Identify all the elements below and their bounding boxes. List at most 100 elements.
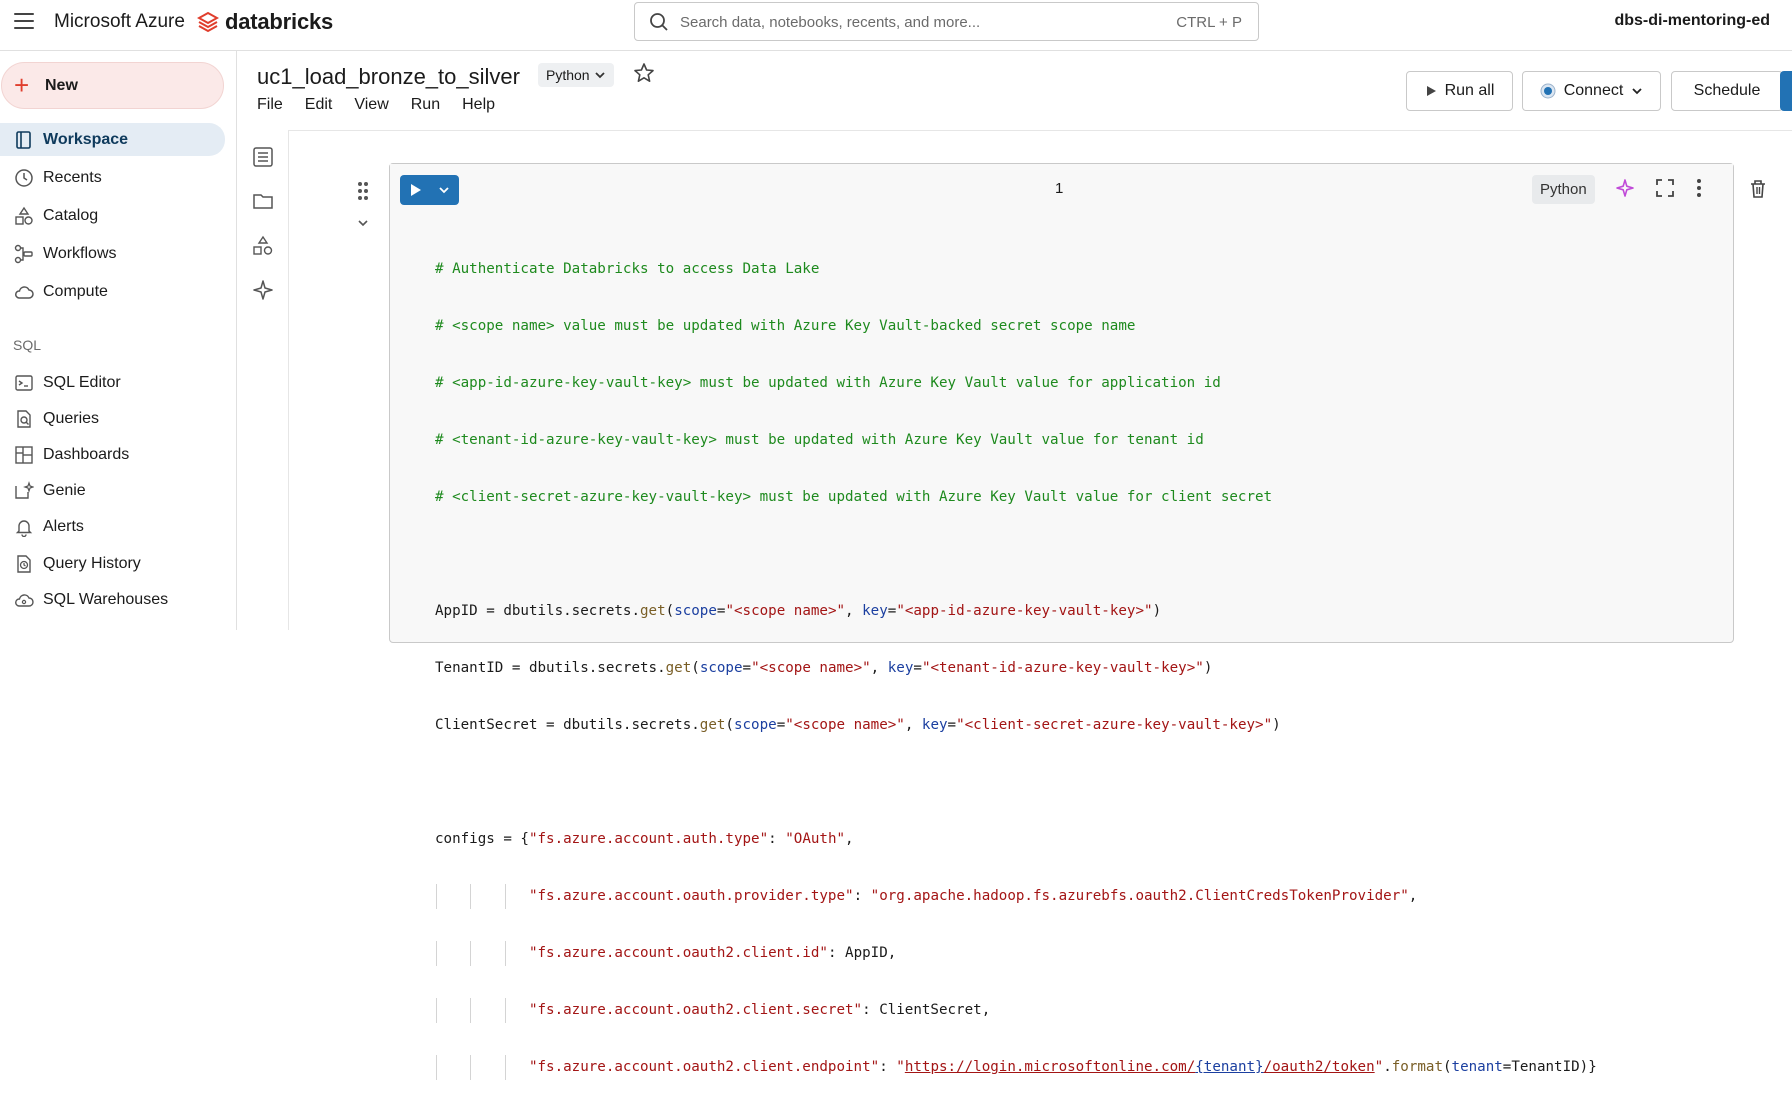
- code-token: get: [699, 717, 726, 733]
- cloud-icon: [15, 286, 34, 299]
- sidebar-item-label: Dashboards: [43, 446, 130, 463]
- sidebar-item-label: Catalog: [43, 207, 99, 224]
- indent-guide: [470, 998, 471, 1023]
- trash-icon[interactable]: [1747, 178, 1769, 200]
- indent-guide: [436, 998, 437, 1023]
- code-token: get: [640, 603, 666, 619]
- code-token: "fs.azure.account.oauth2.client.secret": [528, 1002, 863, 1018]
- sidebar-item-dashboards[interactable]: Dashboards: [0, 438, 225, 471]
- catalog-icon[interactable]: [251, 234, 275, 258]
- databricks-logo[interactable]: databricks: [197, 9, 333, 35]
- indent-guide: [436, 941, 437, 966]
- cluster-status-icon: [1540, 83, 1556, 99]
- notebook-title[interactable]: uc1_load_bronze_to_silver: [257, 64, 520, 90]
- menu-view[interactable]: View: [354, 96, 388, 114]
- sidebar-item-label: Alerts: [43, 518, 84, 535]
- run-all-label: Run all: [1444, 82, 1495, 99]
- run-cell-button[interactable]: [400, 175, 459, 205]
- chevron-down-icon[interactable]: [438, 184, 450, 196]
- code-token: format: [1391, 1059, 1443, 1075]
- notebook-language-select[interactable]: Python: [538, 63, 614, 87]
- play-icon: [1426, 86, 1436, 96]
- sql-section-label: SQL: [13, 337, 42, 353]
- indent-guide: [470, 884, 471, 909]
- code-comment: # Authenticate Databricks to access Data…: [435, 261, 820, 277]
- code-token: key: [887, 660, 914, 676]
- menu-help[interactable]: Help: [462, 96, 495, 114]
- cell-number: 1: [1055, 180, 1064, 197]
- schedule-button[interactable]: Schedule: [1671, 71, 1783, 111]
- sidebar-item-compute[interactable]: Compute: [0, 275, 225, 308]
- sidebar-item-workflows[interactable]: Workflows: [0, 237, 225, 270]
- run-all-button[interactable]: Run all: [1406, 71, 1513, 111]
- code-token: configs: [435, 831, 495, 847]
- folder-icon[interactable]: [251, 189, 275, 213]
- code-token: ClientSecret: [435, 717, 538, 733]
- cell-toolbar: 1 Python: [390, 164, 1733, 212]
- assistant-sparkle-icon[interactable]: [251, 278, 275, 302]
- assistant-sparkle-icon[interactable]: [1615, 178, 1635, 198]
- sidebar-item-label: Query History: [43, 555, 141, 572]
- queries-icon: [17, 410, 31, 428]
- chevron-down-icon: [594, 72, 605, 79]
- code-cell[interactable]: 1 Python # Authenticate Databricks to ac…: [389, 163, 1734, 1080]
- code-token: "fs.azure.account.auth.type": [528, 831, 769, 847]
- search-input[interactable]: Search data, notebooks, recents, and mor…: [634, 2, 1259, 41]
- code-token: "<scope name>": [785, 717, 905, 733]
- code-url[interactable]: /oauth2/token: [1264, 1059, 1375, 1075]
- code-url[interactable]: https://login.microsoftonline.com/: [905, 1059, 1195, 1075]
- sidebar-item-sql-warehouses[interactable]: SQL Warehouses: [0, 583, 225, 616]
- sidebar-item-genie[interactable]: Genie: [0, 474, 225, 507]
- sidebar-item-sql-editor[interactable]: SQL Editor: [0, 366, 225, 399]
- connect-button[interactable]: Connect: [1522, 71, 1661, 111]
- code-editor[interactable]: # Authenticate Databricks to access Data…: [435, 225, 1597, 1112]
- menu-file[interactable]: File: [257, 96, 283, 114]
- code-token: key: [862, 603, 888, 619]
- warehouse-icon: [15, 594, 34, 607]
- code-comment: # <client-secret-azure-key-vault-key> mu…: [435, 489, 1273, 505]
- sidebar-item-catalog[interactable]: Catalog: [0, 199, 225, 232]
- star-icon[interactable]: [633, 62, 655, 84]
- cell-language-badge[interactable]: Python: [1532, 175, 1595, 204]
- hamburger-menu-icon[interactable]: [14, 13, 34, 29]
- chevron-down-icon: [1632, 88, 1642, 95]
- play-icon: [411, 184, 421, 196]
- code-token: dbutils.secrets.: [528, 660, 666, 676]
- more-options-icon[interactable]: [1695, 178, 1703, 198]
- sidebar-item-workspace[interactable]: Workspace: [0, 123, 225, 156]
- sidebar-item-label: Queries: [43, 410, 100, 427]
- new-button[interactable]: + New: [1, 62, 224, 109]
- sidebar-item-query-history[interactable]: Query History: [0, 547, 225, 580]
- clock-icon: [15, 169, 33, 187]
- indent-guide: [505, 998, 506, 1023]
- expand-icon[interactable]: [1655, 178, 1675, 198]
- indent-guide: [436, 884, 437, 909]
- share-button[interactable]: [1780, 71, 1792, 111]
- sidebar-item-recents[interactable]: Recents: [0, 161, 225, 194]
- sidebar-item-label: Compute: [43, 283, 108, 300]
- indent-guide: [436, 1055, 437, 1080]
- search-shortcut: CTRL + P: [1176, 14, 1242, 31]
- dashboards-icon: [15, 446, 33, 464]
- workflows-icon: [14, 244, 33, 264]
- collapse-cell-icon[interactable]: [356, 216, 370, 230]
- table-of-contents-icon[interactable]: [251, 145, 275, 169]
- drag-handle-icon[interactable]: [356, 180, 370, 202]
- new-button-label: New: [45, 77, 78, 94]
- workspace-switcher[interactable]: dbs-di-mentoring-ed: [1614, 12, 1770, 30]
- sidebar-item-alerts[interactable]: Alerts: [0, 510, 225, 543]
- indent-guide: [470, 1055, 471, 1080]
- catalog-icon: [15, 206, 33, 225]
- sidebar-item-queries[interactable]: Queries: [0, 402, 225, 435]
- plus-icon: +: [14, 70, 30, 100]
- workspace-icon: [16, 131, 31, 149]
- code-comment: # <tenant-id-azure-key-vault-key> must b…: [435, 432, 1204, 448]
- menu-run[interactable]: Run: [411, 96, 440, 114]
- code-comment: # <app-id-azure-key-vault-key> must be u…: [435, 375, 1221, 391]
- sidebar-item-label: Workflows: [43, 245, 117, 262]
- code-token: tenant: [1451, 1059, 1503, 1075]
- azure-brand[interactable]: Microsoft Azure: [54, 11, 185, 33]
- databricks-logo-icon: [197, 11, 219, 33]
- menu-edit[interactable]: Edit: [305, 96, 333, 114]
- code-token: "org.apache.hadoop.fs.azurebfs.oauth2.Cl…: [870, 888, 1409, 904]
